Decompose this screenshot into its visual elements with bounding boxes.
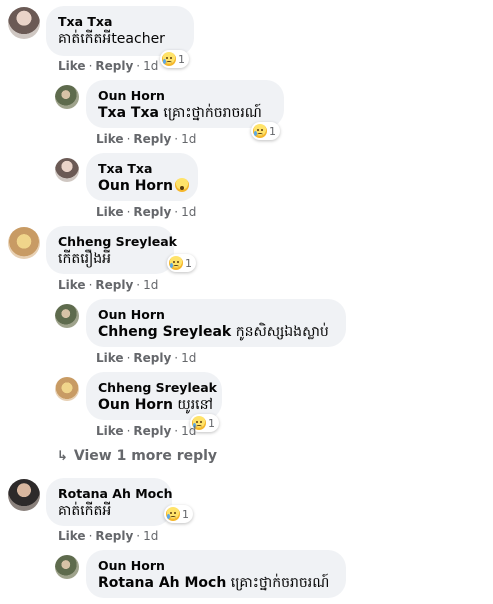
comment-bubble: Txa Txa Oun Horn — [86, 153, 198, 201]
timestamp[interactable]: 1d — [143, 278, 158, 292]
comment-text: Rotana Ah Moch គ្រោះថ្នាក់ចរាចរណ៍ — [98, 575, 330, 591]
comment-author[interactable]: Chheng Sreyleak — [98, 380, 217, 396]
comment-actions: Like · Reply · 1d — [58, 59, 159, 73]
avatar[interactable] — [8, 479, 40, 511]
timestamp[interactable]: 1d — [143, 59, 158, 73]
reaction-badge[interactable]: 1 — [167, 254, 196, 272]
reply-button[interactable]: Reply — [133, 351, 171, 365]
reply-button[interactable]: Reply — [133, 132, 171, 146]
reaction-count: 1 — [178, 52, 185, 66]
reaction-count: 1 — [185, 256, 192, 270]
timestamp[interactable]: 1d — [143, 529, 158, 543]
comment-bubble: Rotana Ah Moch គាត់កើតអី — [46, 478, 173, 526]
sad-crying-face-icon — [162, 52, 176, 66]
comment-text: គាត់កើតអីteacher — [58, 31, 165, 47]
comment-author[interactable]: Oun Horn — [98, 558, 334, 574]
comment-bubble: Chheng Sreyleak កើតរឿងអី — [46, 226, 177, 274]
reply-button[interactable]: Reply — [133, 205, 171, 219]
avatar[interactable] — [55, 85, 79, 109]
reaction-count: 1 — [208, 416, 215, 430]
mention-tag[interactable]: Rotana Ah Moch — [98, 575, 226, 591]
comment-bubble: Txa Txa គាត់កើតអីteacher — [46, 6, 194, 56]
comment-actions: Like · Reply · 1d — [58, 278, 159, 292]
comment-author[interactable]: Oun Horn — [98, 307, 334, 323]
view-more-replies-link[interactable]: ↳ View 1 more reply — [57, 448, 217, 464]
like-button[interactable]: Like — [96, 132, 124, 146]
like-button[interactable]: Like — [58, 278, 86, 292]
timestamp[interactable]: 1d — [181, 351, 196, 365]
reaction-count: 1 — [182, 507, 189, 521]
avatar[interactable] — [55, 304, 79, 328]
mention-tag[interactable]: Oun Horn — [98, 178, 173, 194]
comment-author[interactable]: Oun Horn — [98, 88, 272, 104]
reaction-count: 1 — [269, 124, 276, 138]
like-button[interactable]: Like — [96, 424, 124, 438]
like-button[interactable]: Like — [96, 205, 124, 219]
comment-text: គាត់កើតអី — [58, 503, 112, 519]
sad-crying-face-icon — [166, 507, 180, 521]
avatar[interactable] — [8, 227, 40, 259]
comment-author[interactable]: Txa Txa — [98, 161, 186, 177]
mention-tag[interactable]: Oun Horn — [98, 397, 173, 413]
avatar[interactable] — [8, 7, 40, 39]
comment-bubble: Oun Horn Rotana Ah Moch គ្រោះថ្នាក់ចរាចរ… — [86, 550, 346, 598]
view-more-label: View 1 more reply — [73, 448, 218, 464]
comment-author[interactable]: Rotana Ah Moch — [58, 486, 173, 502]
avatar[interactable] — [55, 158, 79, 182]
comment-actions: Like · Reply · 1d — [96, 351, 197, 365]
sad-crying-face-icon — [253, 124, 267, 138]
timestamp[interactable]: 1d — [181, 205, 196, 219]
comment-text: Txa Txa គ្រោះថ្នាក់ចរាចរណ៍ — [98, 105, 262, 121]
sad-crying-face-icon — [169, 256, 183, 270]
like-button[interactable]: Like — [58, 59, 86, 73]
like-button[interactable]: Like — [58, 529, 86, 543]
astonished-face-icon — [174, 178, 189, 192]
comment-actions: Like · Reply · 1d — [96, 132, 197, 146]
reaction-badge[interactable]: 1 — [160, 50, 189, 68]
comment-bubble: Oun Horn Chheng Sreyleak កូនសិស្សឯងស្លាប… — [86, 299, 346, 347]
mention-tag[interactable]: Chheng Sreyleak — [98, 324, 231, 340]
reply-arrow-icon: ↳ — [57, 449, 68, 464]
reply-button[interactable]: Reply — [95, 59, 133, 73]
comment-text: Oun Horn — [98, 177, 189, 196]
comment-bubble: Oun Horn Txa Txa គ្រោះថ្នាក់ចរាចរណ៍ — [86, 80, 284, 128]
reply-button[interactable]: Reply — [95, 278, 133, 292]
comment-text: Chheng Sreyleak កូនសិស្សឯងស្លាប់ — [98, 324, 329, 340]
reaction-badge[interactable]: 1 — [251, 122, 280, 140]
timestamp[interactable]: 1d — [181, 132, 196, 146]
comment-actions: Like · Reply · 1d — [96, 424, 197, 438]
reaction-badge[interactable]: 1 — [164, 505, 193, 523]
reply-button[interactable]: Reply — [95, 529, 133, 543]
comment-bubble: Chheng Sreyleak Oun Horn យូរនៅ — [86, 372, 222, 420]
comment-text: កើតរឿងអី — [58, 251, 112, 267]
like-button[interactable]: Like — [96, 351, 124, 365]
reply-button[interactable]: Reply — [133, 424, 171, 438]
comment-actions: Like · Reply · 1d — [96, 205, 197, 219]
comment-text: Oun Horn យូរនៅ — [98, 397, 213, 413]
comment-actions: Like · Reply · 1d — [58, 529, 159, 543]
comment-author[interactable]: Chheng Sreyleak — [58, 234, 177, 250]
avatar[interactable] — [55, 555, 79, 579]
timestamp[interactable]: 1d — [181, 424, 196, 438]
comment-author[interactable]: Txa Txa — [58, 14, 182, 30]
mention-tag[interactable]: Txa Txa — [98, 105, 159, 121]
avatar[interactable] — [55, 377, 79, 401]
